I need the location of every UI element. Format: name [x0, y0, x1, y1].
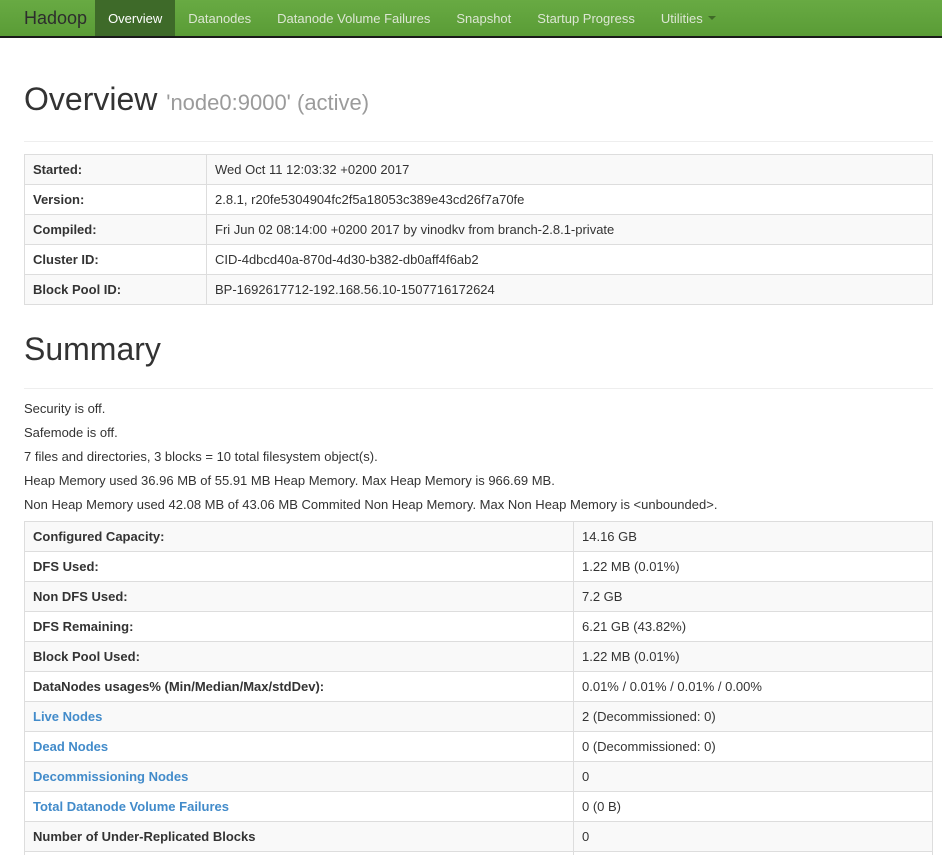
page-content: Overview 'node0:9000' (active) Started: W…	[24, 81, 933, 855]
chevron-down-icon	[707, 16, 716, 20]
brand-hadoop[interactable]: Hadoop	[0, 0, 95, 36]
row-label: Dead Nodes	[24, 731, 574, 762]
table-row: Block Pool ID: BP-1692617712-192.168.56.1…	[24, 274, 933, 305]
row-label: Non DFS Used:	[24, 581, 574, 612]
link-decommissioning-nodes[interactable]: Decommissioning Nodes	[33, 769, 188, 784]
row-value: 2 (Decommissioned: 0)	[573, 701, 933, 732]
row-value: Wed Oct 11 12:03:32 +0200 2017	[206, 154, 933, 185]
row-value: CID-4dbcd40a-870d-4d30-b382-db0aff4f6ab2	[206, 244, 933, 275]
page-title: Overview 'node0:9000' (active)	[24, 81, 933, 121]
divider	[24, 141, 933, 142]
table-row: Non DFS Used: 7.2 GB	[24, 581, 933, 612]
row-value: 0 (Decommissioned: 0)	[573, 731, 933, 762]
nav-item-label: Snapshot	[456, 10, 512, 26]
row-value: 6.21 GB (43.82%)	[573, 611, 933, 642]
row-label: Decommissioning Nodes	[24, 761, 574, 792]
table-row: Started: Wed Oct 11 12:03:32 +0200 2017	[24, 154, 933, 185]
row-value: 14.16 GB	[573, 521, 933, 552]
row-value: 0 (0 B)	[573, 791, 933, 822]
row-label: Live Nodes	[24, 701, 574, 732]
row-label: Configured Capacity:	[24, 521, 574, 552]
nav-item-utilities[interactable]: Utilities	[648, 0, 729, 36]
row-value: 0.01% / 0.01% / 0.01% / 0.00%	[573, 671, 933, 702]
table-row: DFS Remaining: 6.21 GB (43.82%)	[24, 611, 933, 642]
summary-paragraph: Heap Memory used 36.96 MB of 55.91 MB He…	[24, 473, 555, 488]
row-label: Number of Blocks Pending Deletion	[24, 851, 574, 855]
namenode-address-label: 'node0:9000' (active)	[166, 90, 370, 115]
row-label: Total Datanode Volume Failures	[24, 791, 574, 822]
table-row: Live Nodes 2 (Decommissioned: 0)	[24, 701, 933, 732]
row-label: Started:	[24, 154, 207, 185]
page-title-text: Overview	[24, 81, 158, 117]
nav-item-snapshot[interactable]: Snapshot	[443, 0, 524, 36]
nav-menu: Overview Datanodes Datanode Volume Failure…	[95, 0, 729, 36]
row-value: Fri Jun 02 08:14:00 +0200 2017 by vinodk…	[206, 214, 933, 245]
nav-item-label: Overview	[108, 10, 163, 26]
table-row: Number of Under-Replicated Blocks 0	[24, 821, 933, 852]
row-label: Cluster ID:	[24, 244, 207, 275]
row-label: Version:	[24, 184, 207, 215]
divider	[24, 388, 933, 389]
table-row: Compiled: Fri Jun 02 08:14:00 +0200 2017 …	[24, 214, 933, 245]
summary-status-text: Security is off. Safemode is off. 7 files …	[24, 401, 933, 512]
row-label: Block Pool ID:	[24, 274, 207, 305]
row-value: 1.22 MB (0.01%)	[573, 551, 933, 582]
table-row: DFS Used: 1.22 MB (0.01%)	[24, 551, 933, 582]
nav-item-label: Datanodes	[188, 10, 252, 26]
summary-stats-table: Configured Capacity: 14.16 GB DFS Used: 1.2…	[24, 521, 933, 855]
overview-info-table: Started: Wed Oct 11 12:03:32 +0200 2017 Ve…	[24, 154, 933, 305]
row-value: 0	[573, 821, 933, 852]
nav-item-label: Datanode Volume Failures	[277, 10, 431, 26]
link-live-nodes[interactable]: Live Nodes	[33, 709, 102, 724]
table-row: DataNodes usages% (Min/Median/Max/stdDev…	[24, 671, 933, 702]
summary-paragraph: 7 files and directories, 3 blocks = 10 t…	[24, 449, 378, 464]
row-label: Block Pool Used:	[24, 641, 574, 672]
row-label: Number of Under-Replicated Blocks	[24, 821, 574, 852]
row-label: DFS Remaining:	[24, 611, 574, 642]
row-label: DataNodes usages% (Min/Median/Max/stdDev…	[24, 671, 574, 702]
table-row: Block Pool Used: 1.22 MB (0.01%)	[24, 641, 933, 672]
table-row: Decommissioning Nodes 0	[24, 761, 933, 792]
nav-item-label: Utilities	[660, 10, 703, 26]
nav-item-datanodes[interactable]: Datanodes	[175, 0, 264, 36]
summary-paragraph: Security is off.	[24, 401, 106, 416]
summary-paragraph: Non Heap Memory used 42.08 MB of 43.06 M…	[24, 497, 718, 512]
summary-title: Summary	[24, 331, 161, 367]
table-row: Cluster ID: CID-4dbcd40a-870d-4d30-b382-d…	[24, 244, 933, 275]
row-value: 0	[573, 761, 933, 792]
table-row: Number of Blocks Pending Deletion0	[24, 851, 933, 855]
nav-item-label: Startup Progress	[537, 10, 635, 26]
row-value: 1.22 MB (0.01%)	[573, 641, 933, 672]
link-dead-nodes[interactable]: Dead Nodes	[33, 739, 108, 754]
row-value: 2.8.1, r20fe5304904fc2f5a18053c389e43cd2…	[206, 184, 933, 215]
table-row: Configured Capacity: 14.16 GB	[24, 521, 933, 552]
top-navbar: Hadoop Overview Datanodes Datanode Volume …	[0, 0, 942, 38]
summary-paragraph: Safemode is off.	[24, 425, 118, 440]
nav-item-overview[interactable]: Overview	[95, 0, 176, 36]
nav-item-startup-progress[interactable]: Startup Progress	[524, 0, 648, 36]
link-total-datanode-volume-failures[interactable]: Total Datanode Volume Failures	[33, 799, 229, 814]
row-value: 7.2 GB	[573, 581, 933, 612]
row-value: 0	[573, 851, 933, 855]
row-value: BP-1692617712-192.168.56.10-150771617262…	[206, 274, 933, 305]
table-row: Version: 2.8.1, r20fe5304904fc2f5a18053c3…	[24, 184, 933, 215]
row-label: Compiled:	[24, 214, 207, 245]
row-label: DFS Used:	[24, 551, 574, 582]
table-row: Total Datanode Volume Failures 0 (0 B)	[24, 791, 933, 822]
nav-item-datanode-volume-failures[interactable]: Datanode Volume Failures	[264, 0, 443, 36]
table-row: Dead Nodes 0 (Decommissioned: 0)	[24, 731, 933, 762]
